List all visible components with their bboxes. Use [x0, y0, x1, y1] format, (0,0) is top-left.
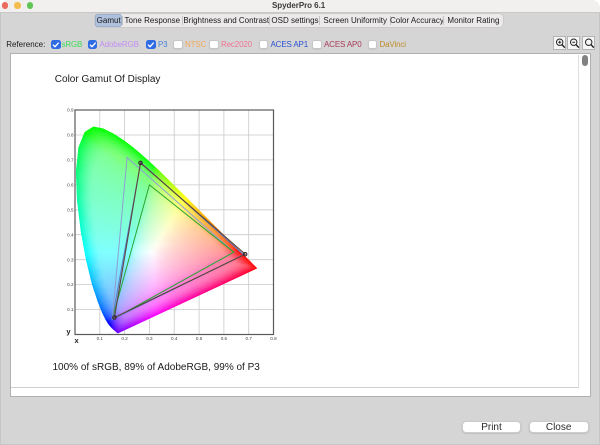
svg-text:0.2: 0.2	[67, 282, 74, 287]
svg-text:0.3: 0.3	[146, 336, 153, 341]
svg-text:x: x	[75, 336, 80, 345]
svg-text:0.7: 0.7	[246, 336, 253, 341]
svg-text:0.6: 0.6	[67, 183, 74, 188]
svg-text:y: y	[66, 327, 71, 336]
svg-text:0.7: 0.7	[67, 158, 74, 163]
svg-text:0.4: 0.4	[171, 336, 178, 341]
svg-text:0.3: 0.3	[67, 257, 74, 262]
svg-text:0.6: 0.6	[221, 336, 228, 341]
svg-text:0.8: 0.8	[67, 133, 74, 138]
svg-text:0.8: 0.8	[270, 336, 277, 341]
svg-text:0.2: 0.2	[121, 336, 128, 341]
svg-text:0.4: 0.4	[67, 232, 74, 237]
svg-text:0.1: 0.1	[67, 307, 74, 312]
svg-text:0.9: 0.9	[67, 108, 74, 113]
svg-text:0.5: 0.5	[196, 336, 203, 341]
svg-text:0.1: 0.1	[97, 336, 104, 341]
svg-text:0.5: 0.5	[67, 207, 74, 212]
